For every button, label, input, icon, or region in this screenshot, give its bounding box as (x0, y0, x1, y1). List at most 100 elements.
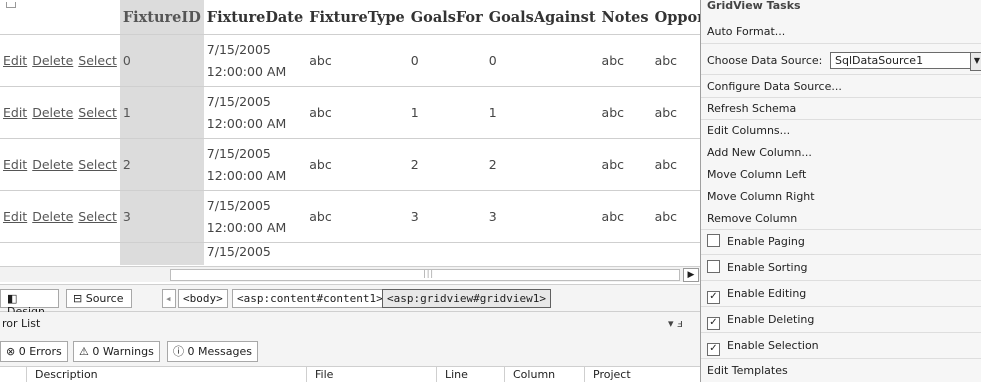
table-row-partial: 7/15/2005 (0, 242, 700, 265)
breadcrumb-body[interactable]: <body> (178, 289, 228, 308)
errors-filter-label: 0 Errors (18, 345, 62, 358)
design-surface[interactable]: FixtureID FixtureDate FixtureType GoalsF… (0, 0, 700, 265)
select-link[interactable]: Select (78, 157, 117, 172)
edit-templates-link[interactable]: Edit Templates (701, 360, 981, 382)
edit-link[interactable]: Edit (3, 53, 27, 68)
horizontal-scrollbar[interactable]: ||| ▶ (0, 266, 700, 282)
breadcrumb-gridview[interactable]: <asp:gridview#gridview1> (382, 289, 551, 308)
add-new-column-link[interactable]: Add New Column... (701, 142, 981, 164)
delete-link[interactable]: Delete (32, 157, 73, 172)
column-description[interactable]: Description (26, 367, 306, 382)
tab-design[interactable]: ◧ Design (0, 289, 59, 318)
table-row: Edit Delete Select 3 7/15/2005 12:00:00 AM … (0, 190, 700, 243)
data-source-select[interactable]: SqlDataSource1 ▼ (830, 52, 981, 71)
gridview-tasks-panel: GridView Tasks Auto Format... Choose Dat… (700, 0, 981, 382)
enable-paging-row[interactable]: Enable Paging (701, 229, 981, 255)
header-opponent: Oppone (654, 8, 700, 26)
delete-link[interactable]: Delete (32, 53, 73, 68)
source-icon: ⊟ (73, 292, 86, 305)
remove-column-link[interactable]: Remove Column (701, 208, 981, 230)
edit-columns-link[interactable]: Edit Columns... (701, 120, 981, 142)
cell-fixturetype: abc (306, 138, 408, 191)
cell-notes: abc (598, 190, 652, 243)
cell-opponent: abc (651, 138, 700, 191)
header-notes: Notes (601, 8, 649, 26)
header-fixturetype: FixtureType (309, 8, 405, 26)
time-part: 12:00:00 AM (206, 115, 287, 131)
date-part: 7/15/2005 (206, 145, 271, 161)
column-column[interactable]: Column (504, 367, 584, 382)
messages-filter-label: 0 Messages (187, 345, 252, 358)
column-file[interactable]: File (306, 367, 436, 382)
select-link[interactable]: Select (78, 209, 117, 224)
delete-link[interactable]: Delete (32, 209, 73, 224)
scroll-right-icon[interactable]: ▶ (683, 268, 699, 282)
cell-goalsagainst: 0 (485, 34, 599, 87)
select-link[interactable]: Select (78, 105, 117, 120)
pin-icon[interactable]: ▾ ⅎ (668, 312, 683, 336)
table-row: Edit Delete Select 0 7/15/2005 12:00:00 AM … (0, 34, 700, 87)
column-line[interactable]: Line (436, 367, 504, 382)
enable-paging-label: Enable Paging (727, 235, 805, 248)
header-goalsagainst: GoalsAgainst (488, 8, 596, 26)
delete-link[interactable]: Delete (32, 105, 73, 120)
warnings-filter-button[interactable]: ⚠ 0 Warnings (73, 341, 160, 362)
error-icon: ⊗ (6, 345, 19, 358)
time-part: 12:00:00 AM (206, 167, 287, 183)
enable-selection-label: Enable Selection (727, 339, 819, 352)
cell-notes: abc (598, 86, 652, 139)
choose-data-source-label: Choose Data Source: (707, 54, 823, 67)
cell-opponent: abc (651, 86, 700, 139)
edit-link[interactable]: Edit (3, 105, 27, 120)
scrollbar-grip-icon: ||| (423, 269, 435, 278)
breadcrumb-content[interactable]: <asp:content#content1> (232, 289, 388, 308)
sorting-checkbox[interactable] (707, 260, 720, 273)
errors-filter-button[interactable]: ⊗ 0 Errors (0, 341, 68, 362)
tab-source-label: Source (85, 292, 124, 305)
time-part: 12:00:00 AM (206, 63, 287, 79)
refresh-schema-link[interactable]: Refresh Schema (701, 98, 981, 120)
edit-link[interactable]: Edit (3, 209, 27, 224)
table-row: Edit Delete Select 1 7/15/2005 12:00:00 AM … (0, 86, 700, 139)
select-link[interactable]: Select (78, 53, 117, 68)
gridview[interactable]: FixtureID FixtureDate FixtureType GoalsF… (0, 0, 700, 265)
editing-checkbox[interactable]: ✓ (707, 291, 720, 304)
selection-checkbox[interactable]: ✓ (707, 343, 720, 356)
enable-sorting-row[interactable]: Enable Sorting (701, 255, 981, 281)
auto-format-link[interactable]: Auto Format... (701, 20, 981, 44)
data-source-value: SqlDataSource1 (835, 54, 924, 67)
cell-opponent: abc (651, 190, 700, 243)
move-column-right-link[interactable]: Move Column Right (701, 186, 981, 208)
warning-icon: ⚠ (79, 345, 93, 358)
error-list-column-headers: Description File Line Column Project (0, 367, 700, 382)
cell-fixturetype: abc (306, 190, 408, 243)
cell-fixtureid: 3 (119, 190, 204, 243)
cell-goalsagainst: 1 (485, 86, 599, 139)
cell-notes: abc (598, 34, 652, 87)
configure-data-source-link[interactable]: Configure Data Source... (701, 76, 981, 98)
cell-fixturetype: abc (306, 86, 408, 139)
edit-link[interactable]: Edit (3, 157, 27, 172)
messages-filter-button[interactable]: ⓘ 0 Messages (167, 341, 258, 362)
view-tab-bar: ◧ Design ⊟ Source ◂ <body> <asp:content#… (0, 284, 700, 318)
cell-fixturedate: 7/15/2005 12:00:00 AM (203, 190, 307, 243)
error-list-toolbar: ⊗ 0 Errors ⚠ 0 Warnings ⓘ 0 Messages (0, 336, 700, 367)
enable-selection-row[interactable]: ✓ Enable Selection (701, 333, 981, 359)
time-part: 12:00:00 AM (206, 219, 287, 235)
enable-editing-row[interactable]: ✓ Enable Editing (701, 281, 981, 307)
info-icon: ⓘ (173, 345, 188, 358)
cell-fixtureid: 1 (119, 86, 204, 139)
move-column-left-link[interactable]: Move Column Left (701, 164, 981, 186)
enable-deleting-row[interactable]: ✓ Enable Deleting (701, 307, 981, 333)
column-project[interactable]: Project (584, 367, 700, 382)
tab-source[interactable]: ⊟ Source (66, 289, 132, 308)
cell-notes: abc (598, 138, 652, 191)
date-part: 7/15/2005 (206, 41, 271, 57)
header-fixturedate: FixtureDate (206, 8, 304, 26)
chevron-down-icon[interactable]: ▼ (970, 52, 981, 71)
cell-goalsfor: 1 (407, 86, 486, 139)
deleting-checkbox[interactable]: ✓ (707, 317, 720, 330)
tasks-title: GridView Tasks (707, 0, 801, 12)
breadcrumb-left-icon[interactable]: ◂ (162, 289, 176, 308)
paging-checkbox[interactable] (707, 234, 720, 247)
